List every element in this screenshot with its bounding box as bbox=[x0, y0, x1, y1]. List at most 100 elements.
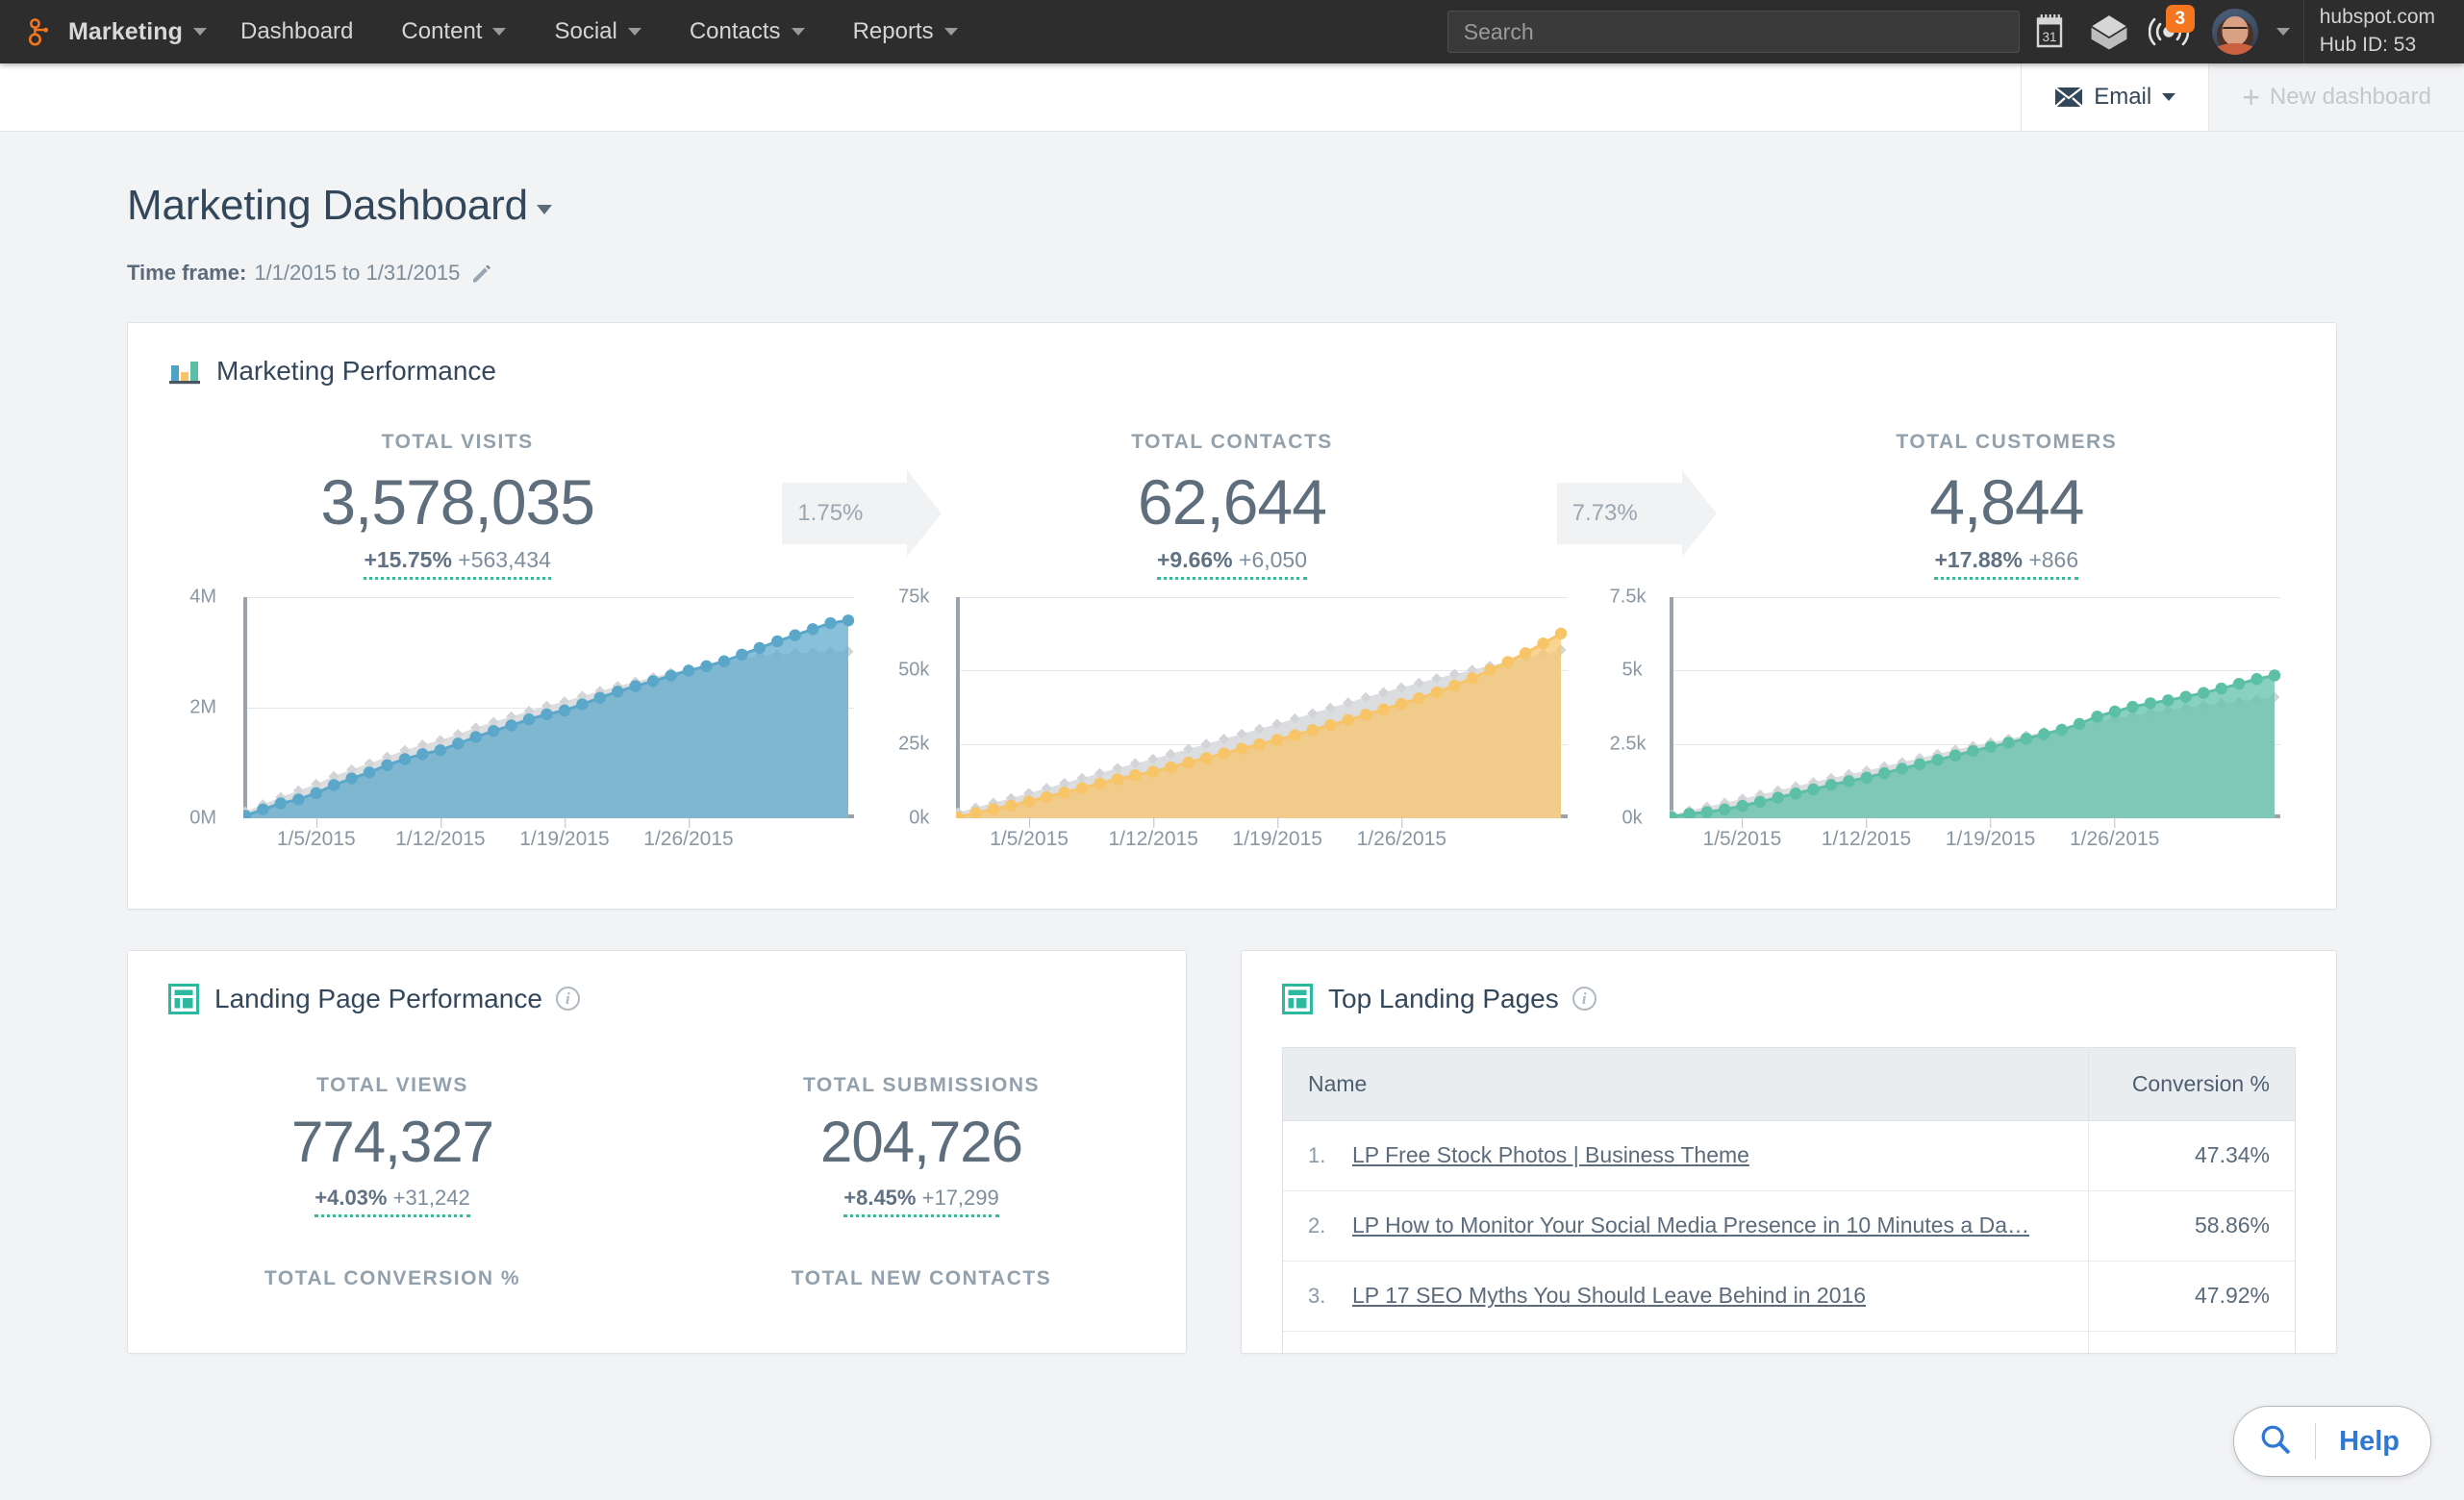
notification-badge: 3 bbox=[2165, 5, 2195, 33]
bottom-card-row: Landing Page Performance i TOTAL VIEWS 7… bbox=[127, 949, 2337, 1354]
chart-x-axis: 1/5/2015 1/12/2015 1/19/2015 1/26/2015 bbox=[1670, 816, 2280, 870]
table-row: 2. LP How to Monitor Your Social Media Pr… bbox=[1283, 1190, 2295, 1262]
academy-icon bbox=[2090, 15, 2127, 50]
kpi-delta: +9.66% +6,050 bbox=[1156, 547, 1308, 580]
x-axis-tick-label: 1/19/2015 bbox=[519, 816, 610, 850]
chart-total-visits: 0M 2M 4M 1/5/2015 1/12/2015 1/19/2015 1/26/20… bbox=[163, 586, 875, 870]
kpi-delta-abs: +866 bbox=[2028, 546, 2079, 572]
new-dashboard-label: New dashboard bbox=[2269, 84, 2431, 110]
x-axis-tick-label: 1/12/2015 bbox=[1821, 816, 1912, 850]
account-menu[interactable]: hubspot.com Hub ID: 53 bbox=[2302, 0, 2464, 63]
calendar-icon-button[interactable]: 31 bbox=[2020, 0, 2079, 63]
nav-item-contacts[interactable]: Contacts bbox=[666, 0, 829, 63]
info-icon[interactable]: i bbox=[555, 987, 580, 1012]
y-axis-tick-label: 5k bbox=[1622, 659, 1643, 681]
y-axis-tick-label: 4M bbox=[189, 586, 216, 608]
help-widget[interactable]: Help bbox=[2233, 1406, 2431, 1477]
y-axis-tick-label: 50k bbox=[898, 659, 930, 681]
chevron-down-icon bbox=[943, 28, 958, 36]
kpi-total-visits: TOTAL VISITS 3,578,035 +15.75% +563,434 bbox=[147, 408, 767, 580]
nav-item-label: Content bbox=[401, 18, 483, 44]
card-title: Landing Page Performance bbox=[214, 983, 542, 1013]
account-chevron-down-icon[interactable] bbox=[2275, 28, 2290, 36]
y-axis-tick-label: 0M bbox=[189, 807, 216, 829]
avatar[interactable] bbox=[2211, 9, 2258, 55]
account-hub-id: Hub ID: 53 bbox=[2319, 34, 2417, 56]
y-axis-tick-label: 7.5k bbox=[1609, 586, 1647, 608]
nav-item-content[interactable]: Content bbox=[377, 0, 530, 63]
table-header: Name Conversion % bbox=[1283, 1047, 2295, 1121]
kpi-value: 3,578,035 bbox=[320, 466, 595, 538]
dashboard-switcher-chevron-icon[interactable] bbox=[536, 205, 552, 214]
landing-page-link[interactable]: [SPANISH] LP Guía-Internet-Marketing bbox=[1352, 1353, 1734, 1354]
page-layout-icon bbox=[1282, 983, 1313, 1014]
column-header-name[interactable]: Name bbox=[1283, 1047, 2088, 1121]
kpi-delta: +15.75% +563,434 bbox=[364, 546, 551, 580]
calendar-icon: 31 bbox=[2036, 14, 2062, 48]
kpi-total-customers: TOTAL CUSTOMERS 4,844 +17.88% +866 bbox=[1697, 408, 2317, 580]
nav-item-label: Social bbox=[554, 18, 617, 44]
search-icon[interactable] bbox=[2259, 1423, 2292, 1461]
kpi-label: TOTAL CONTACTS bbox=[1131, 431, 1333, 453]
card-header: Landing Page Performance i bbox=[128, 951, 1186, 1014]
landing-page-metrics-row-2: TOTAL CONVERSION % TOTAL NEW CONTACTS bbox=[128, 1267, 1186, 1290]
envelope-icon bbox=[2054, 87, 2083, 108]
help-label: Help bbox=[2339, 1425, 2400, 1457]
kpi-delta-abs: +563,434 bbox=[458, 546, 551, 572]
x-axis-tick-label: 1/19/2015 bbox=[1945, 816, 2036, 850]
avatar-glasses bbox=[2222, 26, 2248, 35]
sub-header-bar: Email + New dashboard bbox=[0, 63, 2464, 132]
nav-item-dashboard[interactable]: Dashboard bbox=[216, 0, 377, 63]
email-dashboard-label: Email bbox=[2094, 84, 2152, 110]
chevron-down-icon bbox=[492, 28, 507, 36]
account-domain: hubspot.com bbox=[2319, 6, 2435, 29]
pencil-icon[interactable] bbox=[470, 262, 491, 284]
metric-value: 774,327 bbox=[291, 1109, 494, 1174]
landing-page-link[interactable]: LP 17 SEO Myths You Should Leave Behind … bbox=[1352, 1283, 1866, 1309]
chart-plot-area: 0M 2M 4M bbox=[184, 586, 855, 828]
marketing-performance-card: Marketing Performance TOTAL VISITS 3,578… bbox=[127, 322, 2337, 910]
kpi-total-contacts: TOTAL CONTACTS 62,644 +9.66% +6,050 bbox=[921, 408, 1542, 580]
y-axis-tick-label: 0k bbox=[909, 807, 930, 829]
new-dashboard-button[interactable]: + New dashboard bbox=[2208, 63, 2464, 131]
table-row: 4.[SPANISH] LP Guía-Internet-Marketing23… bbox=[1283, 1331, 2295, 1354]
row-rank: 2. bbox=[1308, 1213, 1326, 1238]
chevron-down-icon[interactable] bbox=[192, 28, 207, 36]
metric-label: TOTAL CONVERSION % bbox=[264, 1266, 521, 1289]
cell-name: 1. LP Free Stock Photos | Business Theme bbox=[1283, 1120, 2088, 1191]
chart-total-customers: 0k 2.5k 5k 7.5k 1/5/2015 1/12/2015 1/19/2015 1… bbox=[1589, 586, 2301, 870]
page-layout-icon bbox=[168, 983, 199, 1014]
top-landing-pages-card: Top Landing Pages i Name Conversion % 1.… bbox=[1241, 949, 2337, 1354]
row-rank: 3. bbox=[1308, 1284, 1326, 1309]
avatar-shirt bbox=[2212, 43, 2257, 55]
cell-conversion: 47.92% bbox=[2087, 1261, 2295, 1332]
academy-icon-button[interactable] bbox=[2079, 0, 2139, 63]
search-input[interactable] bbox=[1446, 11, 2020, 53]
kpi-delta-pct: +17.88% bbox=[1934, 546, 2023, 572]
landing-page-link[interactable]: LP Free Stock Photos | Business Theme bbox=[1352, 1142, 1749, 1168]
table-body: 1. LP Free Stock Photos | Business Theme 4… bbox=[1283, 1120, 2295, 1354]
chart-plot-area: 0k 25k 50k 75k bbox=[896, 586, 1568, 828]
top-landing-pages-table: Name Conversion % 1. LP Free Stock Photos… bbox=[1283, 1047, 2295, 1354]
page-title: Marketing Dashboard bbox=[127, 132, 2337, 230]
chart-series-svg bbox=[243, 613, 854, 818]
info-icon[interactable]: i bbox=[1571, 987, 1597, 1012]
landing-page-link[interactable]: LP How to Monitor Your Social Media Pres… bbox=[1352, 1212, 2029, 1238]
kpi-label: TOTAL VISITS bbox=[381, 431, 534, 453]
column-header-conversion[interactable]: Conversion % bbox=[2087, 1047, 2295, 1121]
nav-item-label: Reports bbox=[852, 18, 934, 44]
chart-row: 0M 2M 4M 1/5/2015 1/12/2015 1/19/2015 1/26/20… bbox=[128, 586, 2336, 870]
nav-item-social[interactable]: Social bbox=[530, 0, 665, 63]
bar-chart-icon bbox=[169, 362, 200, 385]
y-axis-tick-label: 0k bbox=[1622, 807, 1643, 829]
conversion-arrow-shape: 7.73% bbox=[1556, 470, 1717, 557]
nav-item-reports[interactable]: Reports bbox=[829, 0, 982, 63]
hubspot-sprocket-icon bbox=[28, 18, 49, 46]
brand-home-link[interactable]: Marketing bbox=[0, 17, 216, 46]
metric-delta-pct: +8.45% bbox=[843, 1185, 917, 1210]
kpi-delta-pct: +15.75% bbox=[364, 546, 452, 572]
x-axis-tick-label: 1/12/2015 bbox=[395, 816, 486, 850]
nav-item-label: Dashboard bbox=[239, 18, 354, 44]
notifications-icon-button[interactable]: 3 bbox=[2139, 0, 2199, 63]
email-dashboard-button[interactable]: Email bbox=[2021, 63, 2209, 131]
